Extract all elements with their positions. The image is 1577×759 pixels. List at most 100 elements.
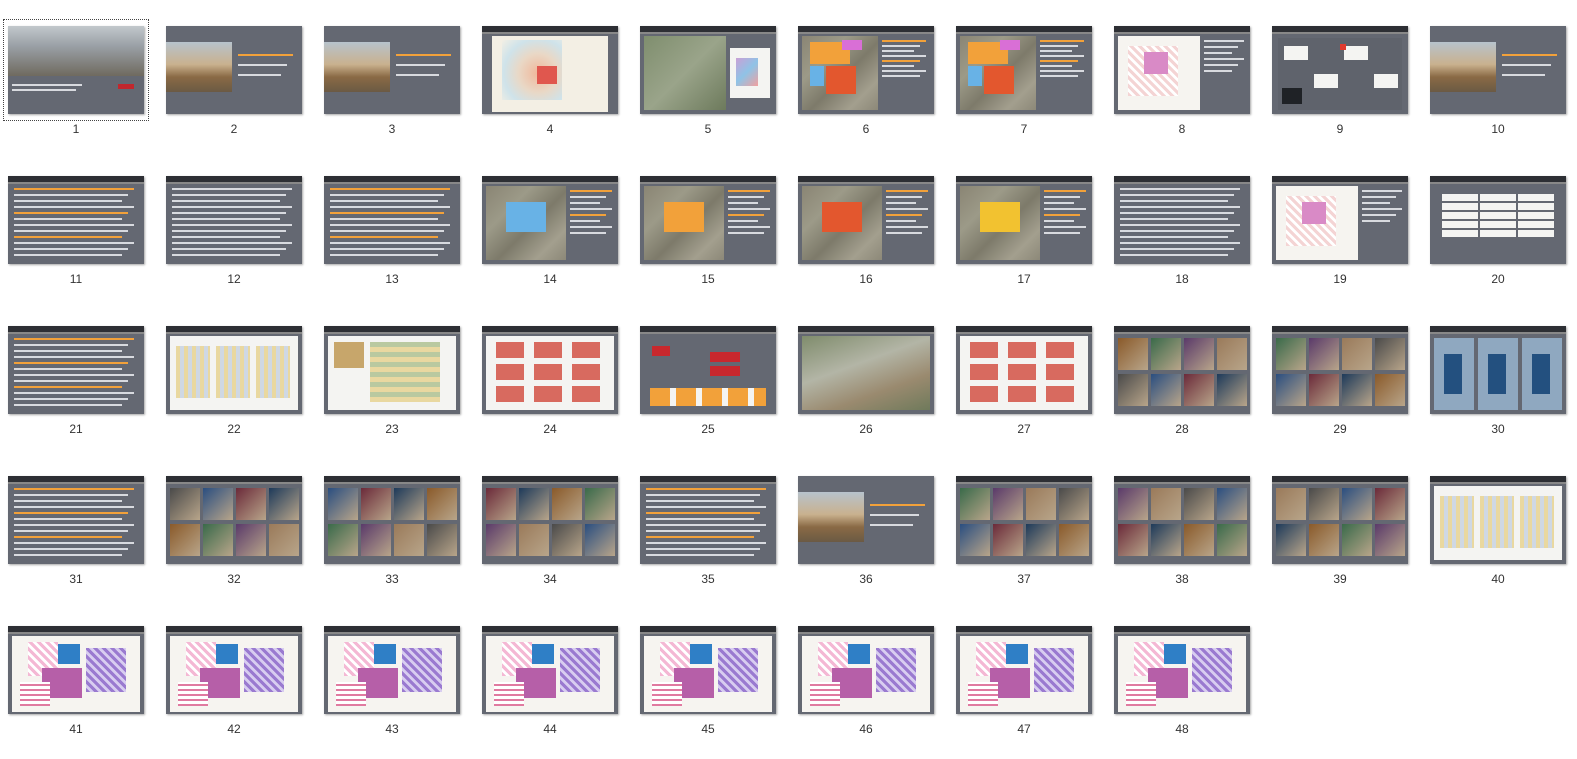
slide-thumbnail[interactable]: 13 (318, 150, 476, 300)
slide-thumbnail[interactable]: 34 (476, 450, 634, 600)
slide-number: 14 (543, 272, 557, 286)
slide-number: 38 (1175, 572, 1189, 586)
slide-thumbnail[interactable]: 42 (160, 600, 318, 750)
slide-thumbnail[interactable]: 29 (1266, 300, 1424, 450)
text-line (728, 202, 758, 204)
text-line (330, 200, 438, 202)
slide-number: 5 (704, 122, 712, 136)
slide-thumbnail[interactable]: 9 (1266, 0, 1424, 150)
text-line (172, 188, 292, 190)
text-line (14, 374, 134, 376)
text-line (646, 494, 760, 496)
slide-thumbnail[interactable]: 10 (1424, 0, 1577, 150)
slide-preview (482, 176, 618, 264)
text-line (14, 248, 128, 250)
text-line (728, 214, 764, 216)
text-line (14, 224, 134, 226)
plan-tile (1046, 364, 1074, 380)
slide-thumbnail[interactable]: 12 (160, 150, 318, 300)
section-photo (1282, 88, 1302, 104)
text-line (646, 500, 754, 502)
slide-thumbnail[interactable]: 11 (2, 150, 160, 300)
text-line (396, 54, 451, 56)
slide-thumbnail[interactable]: 2 (160, 0, 318, 150)
slide-thumbnail[interactable]: 38 (1108, 450, 1266, 600)
slide-thumbnail[interactable]: 16 (792, 150, 950, 300)
slide-thumbnail[interactable]: 1 (2, 0, 160, 150)
reference-photo (552, 524, 582, 556)
text-line (1120, 224, 1240, 226)
highlight-zone (822, 202, 862, 232)
slide-frame (1426, 470, 1570, 570)
text-line (570, 232, 606, 234)
slide-number: 36 (859, 572, 873, 586)
slide-thumbnail[interactable]: 15 (634, 150, 792, 300)
text-line (728, 190, 770, 192)
slide-frame (794, 320, 938, 420)
slide-header-rule (1272, 182, 1408, 184)
slide-thumbnail[interactable]: 21 (2, 300, 160, 450)
slide-thumbnail[interactable]: 31 (2, 450, 160, 600)
slide-header-rule (956, 182, 1092, 184)
slide-thumbnail[interactable]: 24 (476, 300, 634, 450)
slide-thumbnail[interactable]: 7 (950, 0, 1108, 150)
slide-thumbnail[interactable]: 19 (1266, 150, 1424, 300)
slide-thumbnail[interactable]: 28 (1108, 300, 1266, 450)
slide-thumbnail[interactable]: 47 (950, 600, 1108, 750)
slide-thumbnail[interactable]: 8 (1108, 0, 1266, 150)
slide-number: 4 (546, 122, 554, 136)
reference-photo (394, 488, 424, 520)
slide-thumbnail[interactable]: 3 (318, 0, 476, 150)
floor-plan (1440, 496, 1474, 548)
reference-photo (960, 488, 990, 520)
slide-thumbnail[interactable]: 4 (476, 0, 634, 150)
text-line (728, 220, 758, 222)
slide-thumbnail[interactable]: 44 (476, 600, 634, 750)
slide-thumbnail[interactable]: 30 (1424, 300, 1577, 450)
zone-purple (1034, 648, 1074, 692)
reference-photo (1118, 524, 1148, 556)
slide-thumbnail[interactable]: 33 (318, 450, 476, 600)
slide-thumbnail[interactable]: 35 (634, 450, 792, 600)
slide-thumbnail[interactable]: 14 (476, 150, 634, 300)
reference-photo (1375, 524, 1405, 556)
slide-thumbnail[interactable]: 26 (792, 300, 950, 450)
slide-thumbnail[interactable]: 37 (950, 450, 1108, 600)
slide-thumbnail[interactable]: 23 (318, 300, 476, 450)
slide-thumbnail[interactable]: 22 (160, 300, 318, 450)
slide-header-rule (956, 32, 1092, 34)
table-cell (1518, 212, 1554, 219)
slide-thumbnail[interactable]: 17 (950, 150, 1108, 300)
slide-thumbnail[interactable]: 18 (1108, 150, 1266, 300)
slide-thumbnail[interactable]: 46 (792, 600, 950, 750)
table-cell (1480, 230, 1516, 237)
slide-number: 24 (543, 422, 557, 436)
slide-header-rule (166, 482, 302, 484)
slide-thumbnail[interactable]: 41 (2, 600, 160, 750)
slide-number: 22 (227, 422, 241, 436)
slide-thumbnail[interactable]: 45 (634, 600, 792, 750)
map-shape (1444, 354, 1462, 394)
slide-thumbnail[interactable]: 48 (1108, 600, 1266, 750)
slide-thumbnail[interactable]: 5 (634, 0, 792, 150)
slide-thumbnail[interactable]: 36 (792, 450, 950, 600)
slide-thumbnail[interactable]: 25 (634, 300, 792, 450)
inset-zones (736, 58, 758, 86)
floor-plan (256, 346, 290, 398)
slide-thumbnail[interactable]: 43 (318, 600, 476, 750)
water-body (848, 644, 870, 664)
slide-thumbnail[interactable]: 40 (1424, 450, 1577, 600)
slide-thumbnail[interactable]: 39 (1266, 450, 1424, 600)
slide-thumbnail[interactable]: 6 (792, 0, 950, 150)
slide-thumbnail[interactable]: 27 (950, 300, 1108, 450)
slide-thumbnail[interactable]: 32 (160, 450, 318, 600)
text-line (1120, 242, 1240, 244)
slide-preview (1114, 26, 1250, 114)
slide-preview (798, 626, 934, 714)
slide-thumbnail[interactable]: 20 (1424, 150, 1577, 300)
text-line (330, 194, 444, 196)
reference-photo (170, 488, 200, 520)
reference-photo (1375, 338, 1405, 370)
reference-photo (1342, 374, 1372, 406)
diagram-block (710, 352, 740, 362)
